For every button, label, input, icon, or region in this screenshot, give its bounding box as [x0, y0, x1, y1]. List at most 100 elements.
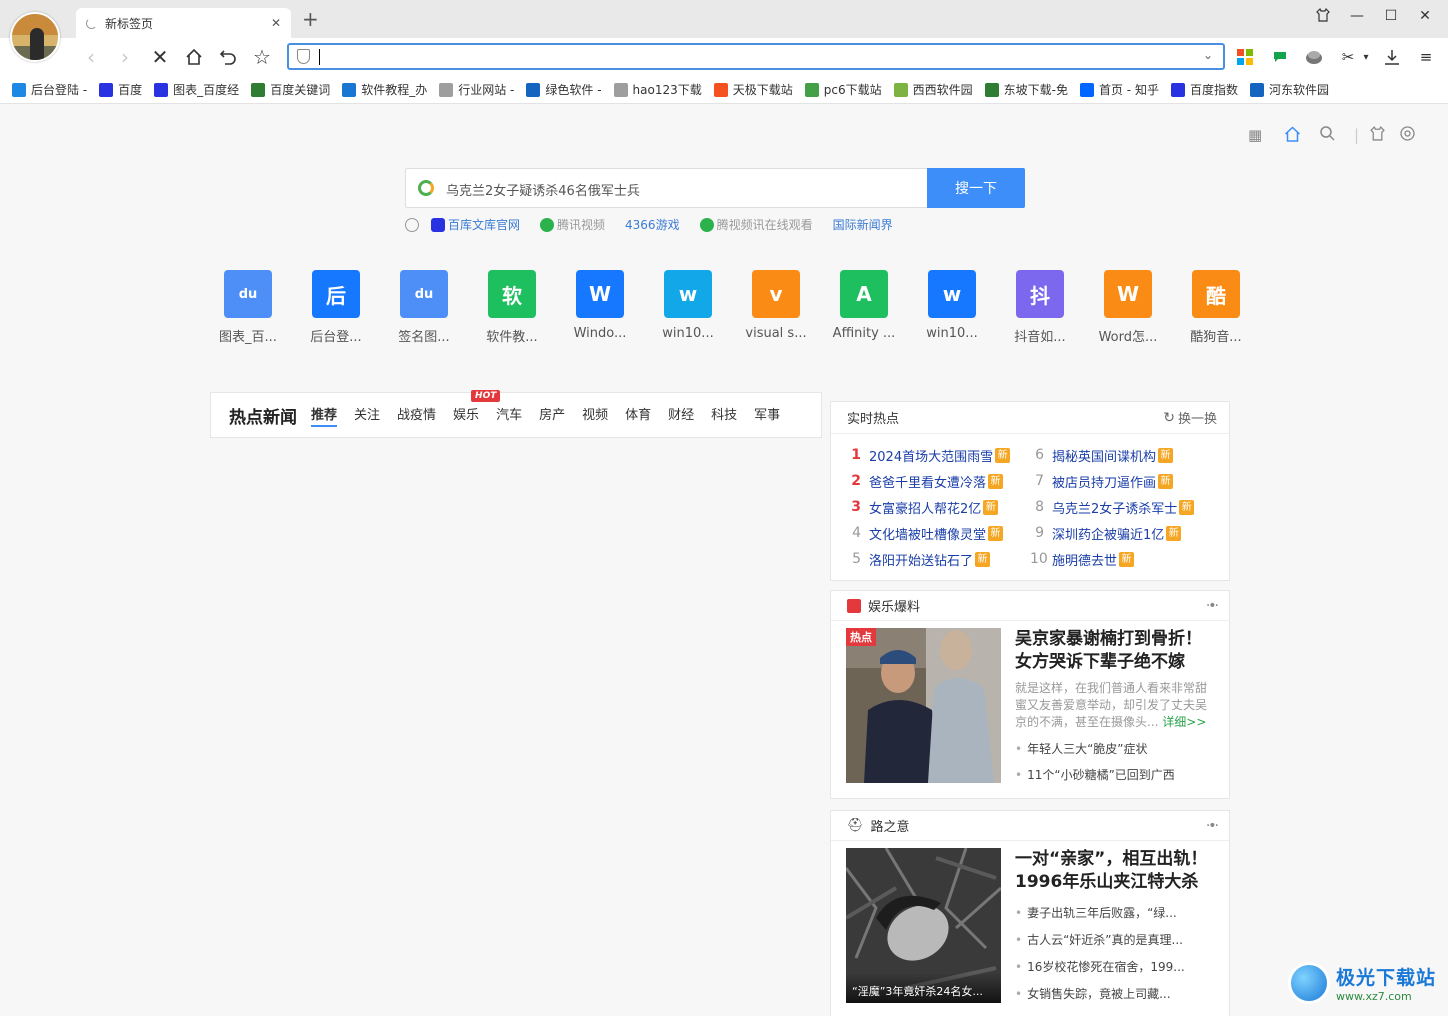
maximize-button[interactable]: ☐: [1380, 8, 1402, 24]
news-tab[interactable]: 财经: [668, 404, 694, 427]
search-input[interactable]: 乌克兰2女子疑诱杀46名俄军士兵: [405, 168, 927, 208]
menu-icon[interactable]: ≡: [1416, 47, 1436, 67]
minimize-button[interactable]: —: [1346, 8, 1368, 24]
settings-gear-icon[interactable]: [1400, 126, 1415, 145]
download-icon[interactable]: [1382, 47, 1402, 67]
forward-button[interactable]: ›: [112, 44, 138, 70]
skin-icon[interactable]: [1312, 7, 1334, 26]
home-button[interactable]: [181, 44, 207, 70]
bookmark-item[interactable]: 河东软件园: [1249, 81, 1329, 98]
hot-rank-item[interactable]: 2 爸爸千里看女遭冷落新: [847, 468, 1030, 494]
bookmark-item[interactable]: 图表_百度经: [154, 81, 239, 98]
news-tab[interactable]: 军事: [754, 404, 780, 427]
stop-loading-button[interactable]: ✕: [147, 44, 173, 70]
speed-dial-item[interactable]: 软软件教...: [468, 270, 556, 345]
back-button[interactable]: ‹: [78, 44, 104, 70]
speed-dial-item[interactable]: v visual s...: [732, 270, 820, 345]
hot-rank-item[interactable]: 7 被店员持刀逼作画新: [1030, 468, 1213, 494]
close-window-button[interactable]: ✕: [1414, 8, 1436, 24]
hot-link[interactable]: 国际新闻界: [833, 216, 893, 233]
scissors-icon[interactable]: ✂: [1338, 47, 1358, 67]
grid-view-icon[interactable]: ▦: [1248, 126, 1262, 144]
entertainment-thumbnail[interactable]: 热点: [846, 628, 1001, 783]
lu-thumbnail[interactable]: “淫魔”3年竟奸杀24名女...: [846, 848, 1001, 1003]
news-tab[interactable]: 推荐: [311, 404, 338, 427]
news-tab[interactable]: 关注: [354, 404, 380, 427]
news-tab[interactable]: 汽车: [496, 404, 522, 427]
bookmark-item[interactable]: 百度关键词: [251, 81, 330, 98]
hot-rank-item[interactable]: 8 乌克兰2女子诱杀军士新: [1030, 494, 1213, 520]
speed-dial-item[interactable]: 抖抖音如...: [996, 270, 1084, 345]
browser-tab-active[interactable]: 新标签页 ✕: [76, 8, 291, 38]
hot-rank-item[interactable]: 6 揭秘英国间谍机构新: [1030, 442, 1213, 468]
hot-link[interactable]: 百库文库官网: [431, 216, 520, 233]
hot-link[interactable]: 腾讯视频: [540, 216, 605, 233]
hot-rank-item[interactable]: 4 文化墙被吐槽像灵堂新: [847, 520, 1030, 546]
close-tab-icon[interactable]: ✕: [271, 16, 281, 30]
new-tab-button[interactable]: +: [302, 8, 319, 30]
bookmark-item[interactable]: 百度: [99, 81, 142, 98]
address-bar[interactable]: ⌄: [287, 43, 1225, 70]
news-tab[interactable]: 房产: [539, 404, 565, 427]
more-options-icon[interactable]: ·•·: [1206, 818, 1219, 834]
search-icon[interactable]: [1320, 126, 1335, 145]
search-engine-logo-icon[interactable]: [418, 180, 434, 196]
apps-grid-icon[interactable]: [1235, 47, 1255, 67]
news-tab[interactable]: 科技: [711, 404, 737, 427]
bookmark-item[interactable]: 百度指数: [1170, 81, 1238, 98]
hot-link[interactable]: 4366游戏: [625, 216, 680, 233]
bookmark-item[interactable]: 西西软件园: [893, 81, 973, 98]
related-news-item[interactable]: 古人云“奸近杀”真的是真理...: [1015, 931, 1213, 948]
scissors-dropdown-icon[interactable]: ▾: [1360, 47, 1372, 67]
speed-dial-item[interactable]: w win10...: [908, 270, 996, 345]
related-news-item[interactable]: 年轻人三大“脆皮”症状: [1015, 740, 1213, 757]
bookmark-item[interactable]: 后台登陆 -: [12, 81, 87, 98]
undo-close-button[interactable]: [215, 44, 241, 70]
bookmark-item[interactable]: pc6下载站: [804, 81, 882, 98]
detail-link[interactable]: 详细>>: [1162, 715, 1206, 729]
news-tab[interactable]: 战疫情: [397, 404, 436, 427]
bookmark-item[interactable]: hao123下载: [613, 81, 702, 98]
home-page-icon[interactable]: [1284, 126, 1301, 146]
hot-rank-item[interactable]: 9 深圳药企被骗近1亿新: [1030, 520, 1213, 546]
related-news-item[interactable]: 妻子出轨三年后败露，“绿...: [1015, 904, 1213, 921]
refresh-button[interactable]: ↻ 换一换: [1163, 408, 1217, 428]
related-news-item[interactable]: 16岁校花惨死在宿舍，199...: [1015, 958, 1213, 975]
speed-dial-item[interactable]: du 图表_百...: [204, 270, 292, 345]
hot-rank-item[interactable]: 10 施明德去世新: [1030, 546, 1213, 572]
bookmark-item[interactable]: 行业网站 -: [439, 81, 514, 98]
related-news-item[interactable]: 女销售失踪，竟被上司藏...: [1015, 985, 1213, 1002]
chat-icon[interactable]: [1270, 47, 1290, 67]
bookmark-item[interactable]: 东坡下载-免: [984, 81, 1068, 98]
theme-icon[interactable]: [1370, 125, 1385, 145]
user-avatar[interactable]: [10, 12, 60, 62]
search-button[interactable]: 搜一下: [927, 168, 1025, 208]
speed-dial-item[interactable]: W Windo...: [556, 270, 644, 345]
bookmark-item[interactable]: 绿色软件 -: [526, 81, 602, 98]
bookmark-item[interactable]: 天极下载站: [713, 81, 793, 98]
hot-link[interactable]: 腾视频讯在线观看: [699, 216, 813, 233]
extension-icon[interactable]: [1304, 47, 1324, 67]
speed-dial-item[interactable]: du 签名图...: [380, 270, 468, 345]
related-news-item[interactable]: 11个“小砂糖橘”已回到广西: [1015, 766, 1213, 783]
hot-rank-item[interactable]: 3 女富豪招人帮花2亿新: [847, 494, 1030, 520]
news-tab[interactable]: 视频: [582, 404, 608, 427]
speed-dial-item[interactable]: w win10...: [644, 270, 732, 345]
news-tab[interactable]: 娱乐 HOT: [453, 389, 501, 427]
speed-dial-item[interactable]: A Affinity ...: [820, 270, 908, 345]
news-tab[interactable]: 体育: [625, 404, 651, 427]
speed-dial-item[interactable]: 后后台登...: [292, 270, 380, 345]
lu-headline[interactable]: 一对“亲家”，相互出轨！1996年乐山夹江特大杀人...: [1015, 848, 1213, 894]
chevron-down-icon[interactable]: ⌄: [1203, 48, 1213, 62]
favorite-star-button[interactable]: ☆: [249, 44, 275, 70]
speed-dial-item[interactable]: 酷酷狗音...: [1172, 270, 1260, 345]
speed-dial-label: 图表_百...: [219, 330, 277, 345]
entertainment-headline[interactable]: 吴京家暴谢楠打到骨折！女方哭诉下辈子绝不嫁给...: [1015, 628, 1213, 674]
speed-dial-item[interactable]: W Word怎...: [1084, 270, 1172, 345]
hot-links-settings-icon[interactable]: [405, 217, 419, 232]
hot-rank-item[interactable]: 5 洛阳开始送钻石了新: [847, 546, 1030, 572]
bookmark-item[interactable]: 软件教程_办: [342, 81, 427, 98]
more-options-icon[interactable]: ·•·: [1206, 598, 1219, 614]
hot-rank-item[interactable]: 1 2024首场大范围雨雪新: [847, 442, 1030, 468]
bookmark-item[interactable]: 首页 - 知乎: [1079, 81, 1159, 98]
